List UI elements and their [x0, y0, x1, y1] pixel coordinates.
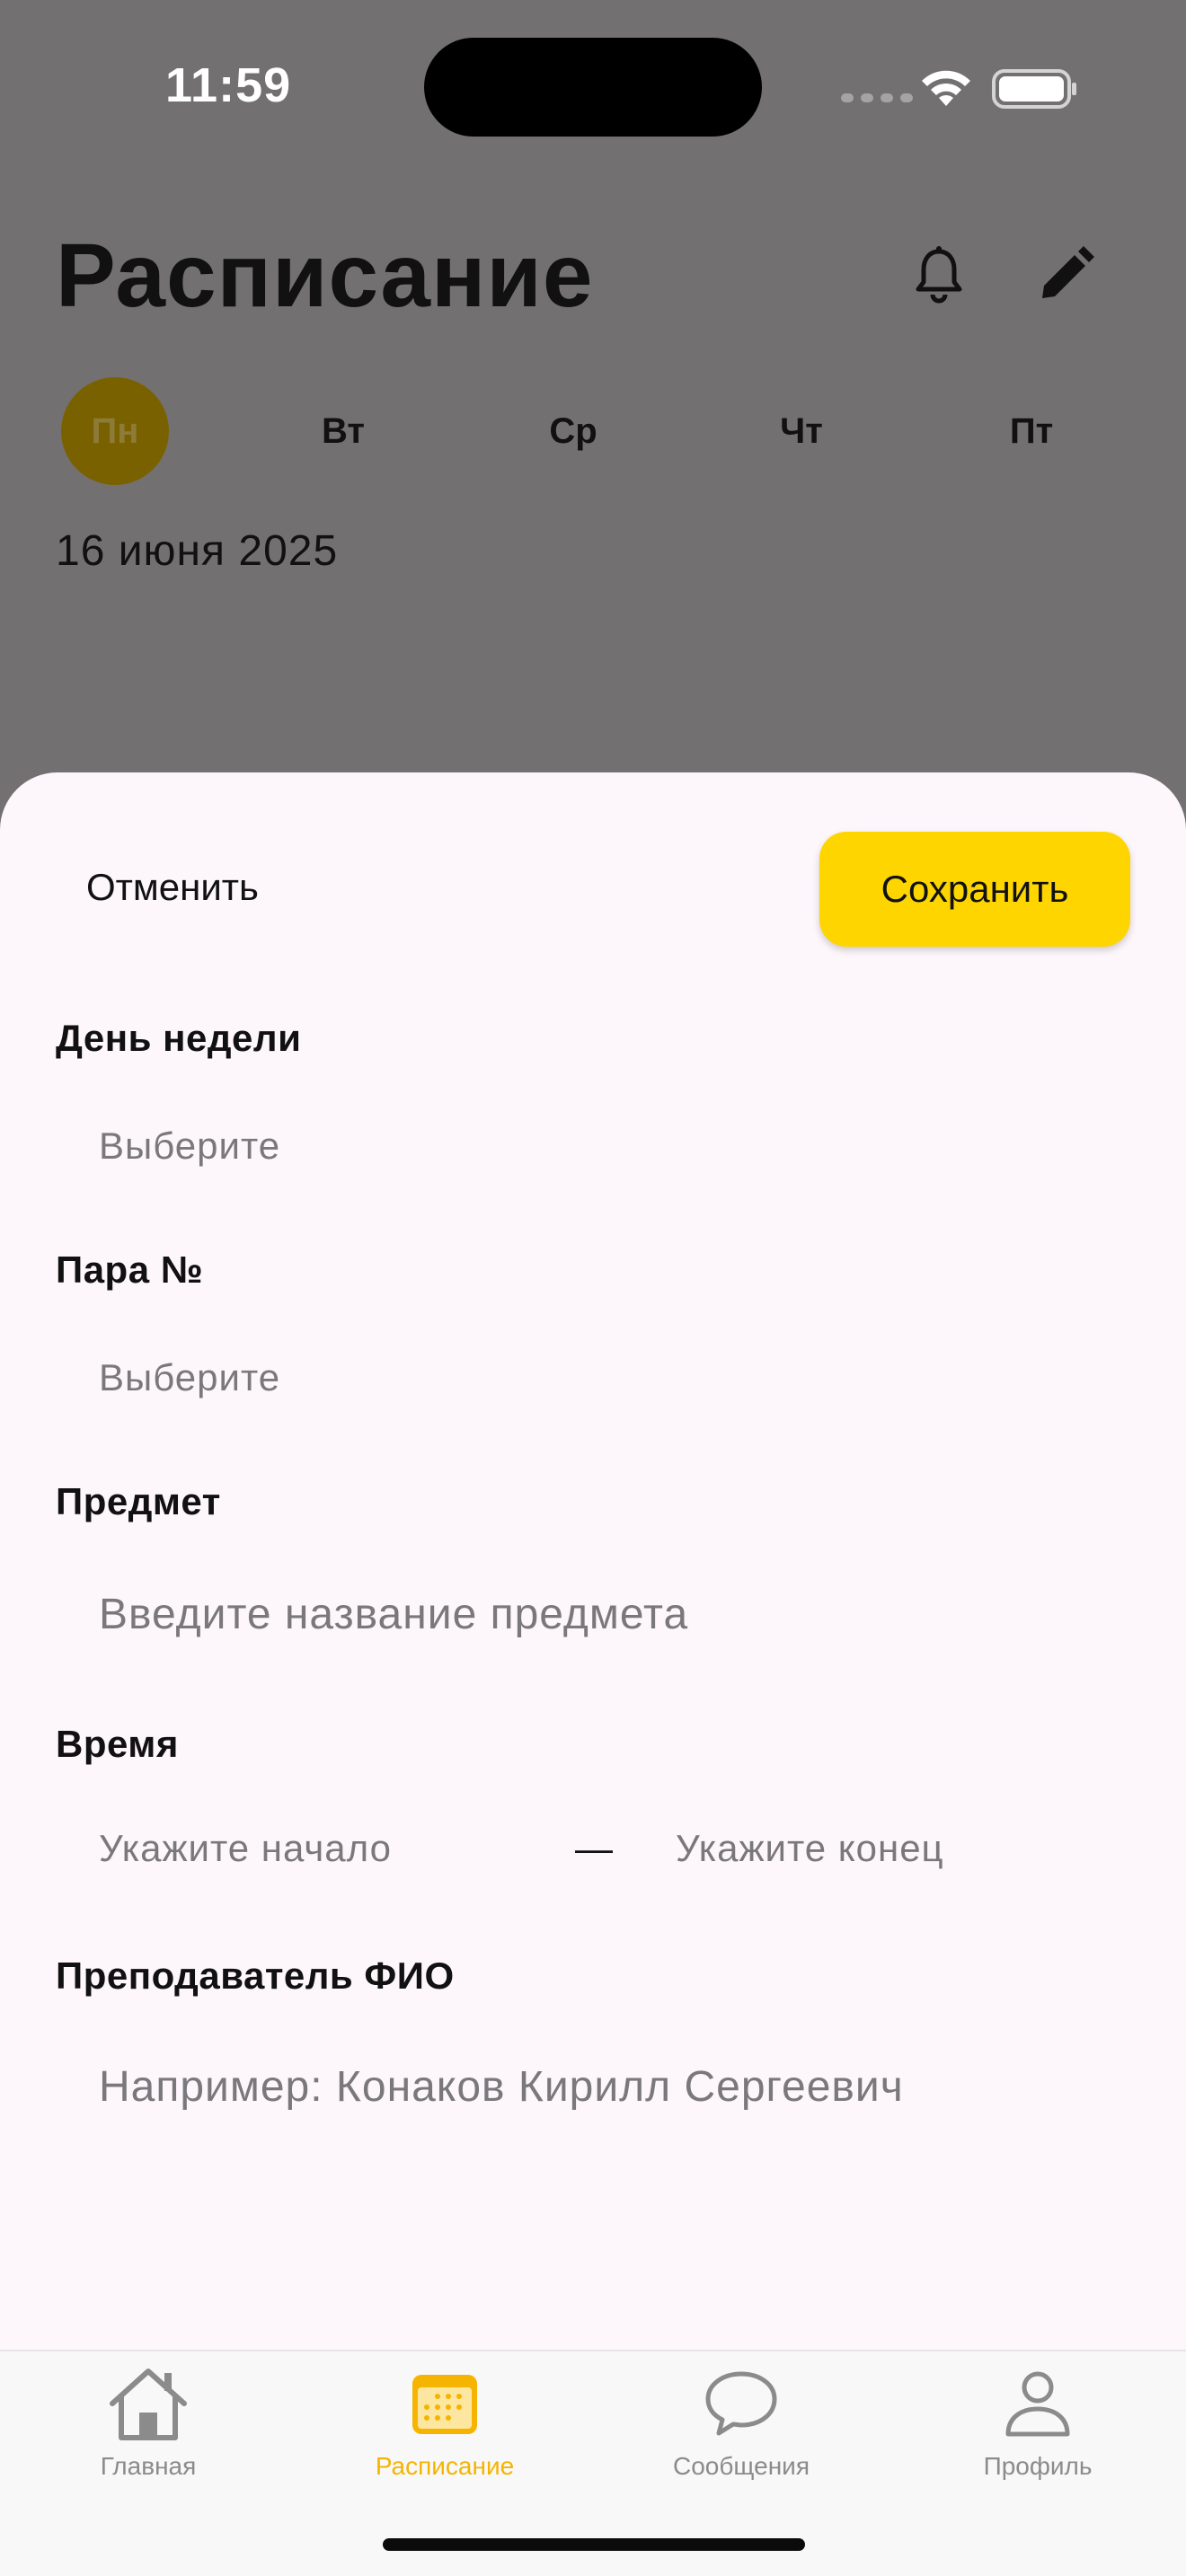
bell-icon[interactable] [907, 244, 970, 307]
teacher-label: Преподаватель ФИО [56, 1954, 455, 1997]
status-time: 11:59 [165, 58, 292, 112]
calendar-icon [412, 2375, 477, 2434]
day-tab-mon[interactable]: Пн [61, 377, 169, 485]
cancel-button[interactable]: Отменить [86, 866, 259, 909]
wifi-icon [922, 70, 970, 106]
dynamic-island [424, 38, 762, 137]
day-tab-thu[interactable]: Чт [748, 377, 855, 485]
selected-date: 16 июня 2025 [56, 527, 339, 575]
add-lesson-sheet: Отменить Сохранить День недели Выберите … [0, 772, 1186, 2350]
time-label: Время [56, 1723, 179, 1765]
home-indicator [383, 2538, 805, 2551]
battery-icon [992, 69, 1076, 109]
chat-bubble-icon [705, 2371, 777, 2436]
tab-messages[interactable]: Сообщения [593, 2351, 890, 2504]
day-tab-tue[interactable]: Вт [289, 377, 397, 485]
time-separator: — [575, 1827, 613, 1869]
weekday-label: День недели [56, 1017, 302, 1059]
subject-label: Предмет [56, 1480, 221, 1522]
time-start-field[interactable]: Укажите начало [99, 1827, 392, 1870]
tab-profile[interactable]: Профиль [890, 2351, 1186, 2504]
pair-number-label: Пара № [56, 1248, 204, 1291]
save-button[interactable]: Сохранить [819, 832, 1130, 947]
page-title: Расписание [56, 225, 594, 326]
edit-pencil-icon[interactable] [1035, 244, 1096, 305]
teacher-input[interactable]: Например: Конаков Кирилл Сергеевич [99, 2062, 904, 2112]
day-tab-fri[interactable]: Пт [978, 377, 1085, 485]
person-icon [1005, 2371, 1070, 2437]
home-icon [110, 2369, 187, 2440]
pair-number-select[interactable]: Выберите [99, 1356, 280, 1399]
day-tab-wed[interactable]: Ср [519, 377, 627, 485]
subject-input[interactable]: Введите название предмета [99, 1590, 688, 1639]
time-end-field[interactable]: Укажите конец [676, 1827, 944, 1870]
tab-schedule[interactable]: Расписание [296, 2351, 593, 2504]
signal-dots-icon [841, 93, 913, 102]
weekday-select[interactable]: Выберите [99, 1125, 280, 1168]
tab-home[interactable]: Главная [0, 2351, 296, 2504]
weekday-selector: Пн Вт Ср Чт Пт [56, 377, 1130, 485]
